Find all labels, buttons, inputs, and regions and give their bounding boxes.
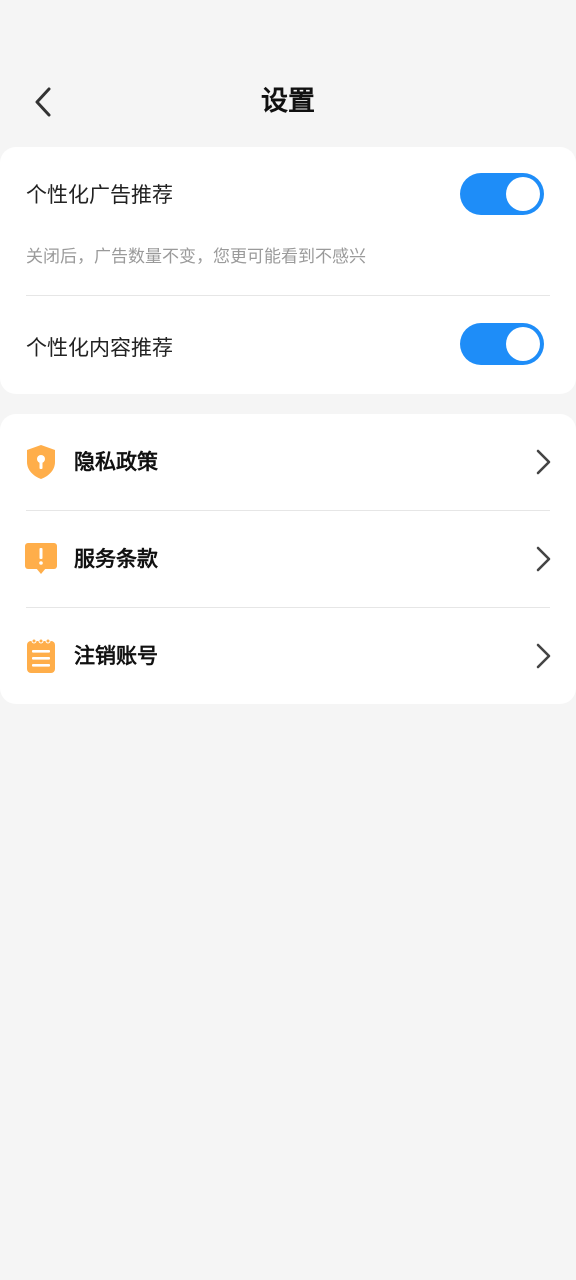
alert-icon: [25, 543, 57, 574]
shield-icon: [27, 445, 55, 479]
cancel-account-label: 注销账号: [74, 644, 158, 668]
terms-of-service-label: 服务条款: [74, 547, 158, 571]
toggle-knob: [506, 327, 540, 361]
header: 设置: [0, 0, 576, 140]
personalized-ads-toggle[interactable]: [460, 173, 544, 215]
personalized-content-toggle[interactable]: [460, 323, 544, 365]
personalized-ads-label: 个性化广告推荐: [26, 183, 173, 207]
chevron-right-icon: [536, 546, 551, 572]
privacy-policy-item[interactable]: 隐私政策: [0, 414, 576, 510]
terms-of-service-item[interactable]: 服务条款: [0, 511, 576, 607]
privacy-policy-label: 隐私政策: [74, 450, 158, 474]
toggle-knob: [506, 177, 540, 211]
personalized-ads-description: 关闭后，广告数量不变，您更可能看到不感兴: [26, 247, 366, 267]
cancel-account-item[interactable]: 注销账号: [0, 608, 576, 704]
chevron-right-icon: [536, 643, 551, 669]
page-title: 设置: [261, 86, 315, 117]
links-card: 隐私政策 服务条款 注销账号: [0, 414, 576, 704]
divider: [26, 295, 550, 296]
personalized-content-label: 个性化内容推荐: [26, 336, 173, 360]
clipboard-icon: [27, 638, 55, 673]
chevron-right-icon: [536, 449, 551, 475]
recommendation-settings-card: 个性化广告推荐 关闭后，广告数量不变，您更可能看到不感兴 个性化内容推荐: [0, 147, 576, 394]
